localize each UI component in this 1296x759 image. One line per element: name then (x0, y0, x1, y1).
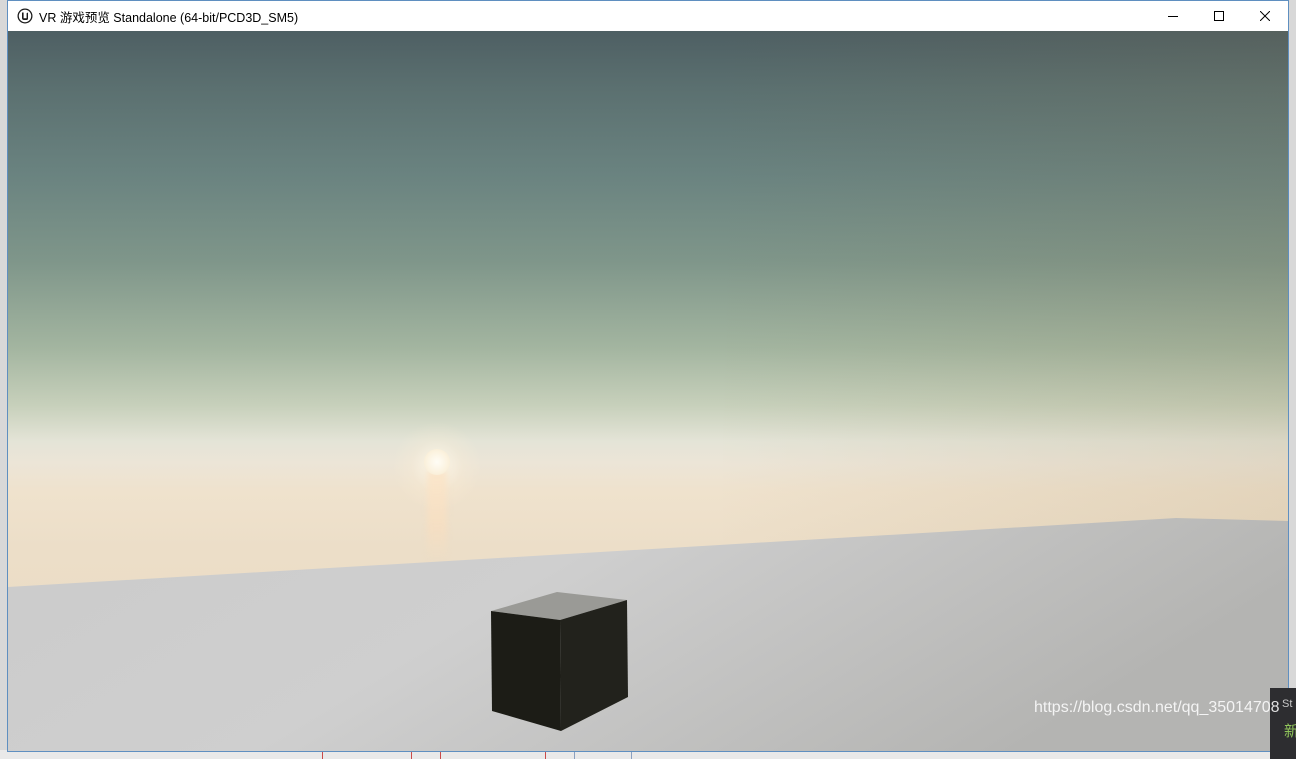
game-viewport[interactable] (8, 31, 1288, 751)
game-preview-window: VR 游戏预览 Standalone (64-bit/PCD3D_SM5) (7, 0, 1289, 752)
close-icon (1260, 11, 1270, 21)
panel-text-top: St (1282, 698, 1293, 710)
window-controls (1150, 1, 1288, 31)
window-title: VR 游戏预览 Standalone (64-bit/PCD3D_SM5) (39, 10, 299, 25)
cube-side-face (560, 600, 628, 731)
panel-text-bottom: 新 (1284, 723, 1296, 740)
title-bar[interactable]: VR 游戏预览 Standalone (64-bit/PCD3D_SM5) (8, 1, 1288, 31)
desktop: VR 游戏预览 Standalone (64-bit/PCD3D_SM5) St… (0, 0, 1296, 759)
maximize-icon (1214, 11, 1224, 21)
maximize-button[interactable] (1196, 1, 1242, 31)
close-button[interactable] (1242, 1, 1288, 31)
unreal-engine-logo-icon (17, 8, 33, 24)
dark-cube (491, 592, 628, 731)
minimize-button[interactable] (1150, 1, 1196, 31)
cube-front-face (491, 611, 561, 731)
minimize-icon (1168, 16, 1178, 17)
csdn-watermark: https://blog.csdn.net/qq_35014708 (1034, 699, 1280, 716)
